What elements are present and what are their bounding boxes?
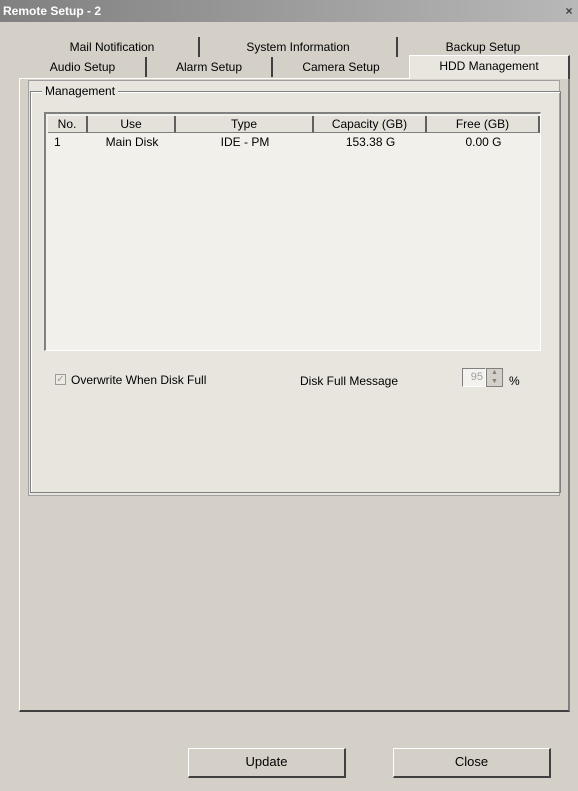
- tab-backup-setup[interactable]: Backup Setup: [398, 37, 568, 57]
- tab-label: Backup Setup: [445, 40, 521, 54]
- tab-hdd-management[interactable]: HDD Management: [409, 55, 570, 79]
- management-legend: Management: [42, 84, 119, 98]
- column-header-free[interactable]: Free (GB): [427, 116, 540, 133]
- tab-audio-setup[interactable]: Audio Setup: [20, 57, 147, 77]
- column-header-capacity[interactable]: Capacity (GB): [314, 116, 427, 133]
- column-header-use[interactable]: Use: [88, 116, 176, 133]
- window-title: Remote Setup - 2: [3, 4, 102, 18]
- disk-full-message-label: Disk Full Message: [300, 374, 399, 388]
- cell-capacity: 153.38 G: [345, 135, 396, 149]
- tab-label: System Information: [246, 40, 350, 54]
- disk-list[interactable]: No. Use Type Capacity (GB) Free (GB) 1 M…: [44, 112, 541, 351]
- tab-label: Audio Setup: [49, 60, 116, 74]
- tab-camera-setup[interactable]: Camera Setup: [273, 57, 409, 77]
- update-button[interactable]: Update: [188, 748, 346, 778]
- tab-label: Mail Notification: [69, 40, 155, 54]
- disk-full-spinner[interactable]: ▲ ▼: [486, 368, 503, 387]
- table-row[interactable]: 1 Main Disk IDE - PM 153.38 G 0.00 G: [48, 135, 538, 149]
- spin-up-icon[interactable]: ▲: [487, 369, 502, 377]
- spin-down-icon[interactable]: ▼: [487, 378, 502, 386]
- cell-type: IDE - PM: [220, 135, 270, 149]
- tab-system-information[interactable]: System Information: [200, 37, 398, 57]
- title-bar: Remote Setup - 2 ×: [0, 0, 578, 22]
- tab-label: HDD Management: [439, 59, 539, 73]
- close-button[interactable]: Close: [393, 748, 551, 778]
- tab-alarm-setup[interactable]: Alarm Setup: [147, 57, 273, 77]
- overwrite-checkbox[interactable]: ✓: [55, 374, 66, 385]
- cell-free: 0.00 G: [465, 135, 502, 149]
- percent-unit: %: [509, 374, 520, 388]
- column-header-type[interactable]: Type: [176, 116, 314, 133]
- cell-no: 1: [54, 135, 61, 149]
- cell-use: Main Disk: [105, 135, 159, 149]
- close-window-icon[interactable]: ×: [562, 3, 576, 19]
- column-header-no[interactable]: No.: [48, 116, 88, 133]
- tab-mail-notification[interactable]: Mail Notification: [26, 37, 200, 57]
- disk-full-percent-input[interactable]: 95: [462, 368, 486, 387]
- overwrite-label: Overwrite When Disk Full: [71, 373, 207, 387]
- tab-label: Camera Setup: [302, 60, 380, 74]
- tab-label: Alarm Setup: [175, 60, 243, 74]
